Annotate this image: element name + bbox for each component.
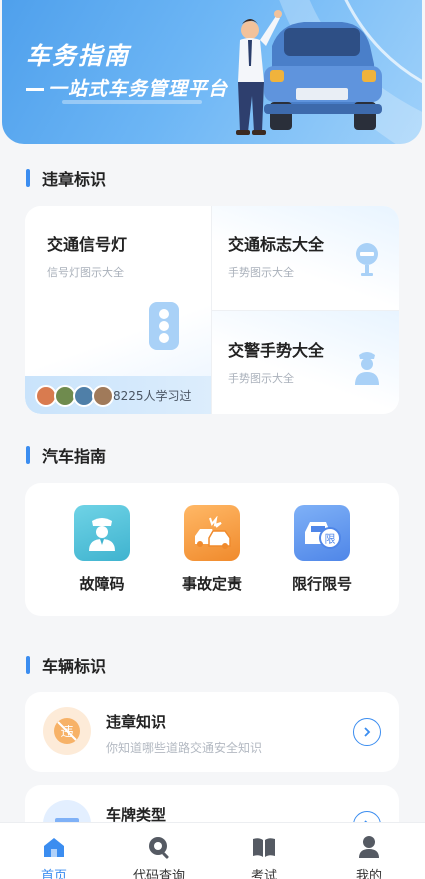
section-title-vehicle-signs: 车辆标识 — [26, 653, 106, 677]
tab-label: 考试 — [250, 869, 277, 879]
section-title-car-guide: 汽车指南 — [26, 443, 106, 467]
tab-label: 代码查询 — [132, 869, 185, 879]
sign-card-group: 交通信号灯 信号灯图示大全 8225人学习过 交通标志大全 手势图示大全 交警手… — [25, 206, 399, 414]
crash-icon — [184, 505, 240, 561]
tab-exam[interactable]: 考试 — [224, 835, 304, 879]
car-guide-card: 故障码 事故定责 限 限行限号 — [25, 483, 399, 616]
traffic-signs-title: 交通标志大全 — [228, 235, 325, 254]
book-icon — [253, 838, 275, 857]
chevron-right-icon[interactable] — [353, 718, 381, 746]
police-gestures-subtitle: 手势图示大全 — [228, 372, 294, 385]
restricted-car-icon: 限 — [294, 505, 350, 561]
search-icon — [149, 837, 169, 859]
tab-label: 首页 — [40, 869, 67, 879]
traffic-police-icon — [355, 352, 379, 385]
traffic-signs-subtitle: 手势图示大全 — [228, 266, 294, 279]
section-title-violation-signs: 违章标识 — [26, 166, 106, 190]
tab-home[interactable]: 首页 — [14, 835, 94, 879]
banner-subtitle: 一站式车务管理平台 — [26, 74, 228, 101]
no-entry-sign-icon — [356, 243, 378, 276]
traffic-light-title: 交通信号灯 — [47, 235, 128, 254]
car-person-illustration — [236, 10, 382, 135]
section-marker — [26, 169, 30, 187]
home-icon — [44, 838, 64, 857]
guide-item-restriction[interactable]: 限 限行限号 — [267, 505, 377, 594]
police-gestures-title: 交警手势大全 — [228, 341, 325, 360]
header-banner: 车务指南 一站式车务管理平台 — [2, 0, 422, 144]
list-item-violation-knowledge[interactable]: 违 违章知识 你知道哪些道路交通安全知识 — [25, 692, 399, 772]
police-icon — [74, 505, 130, 561]
traffic-light-icon — [149, 302, 179, 350]
bottom-tab-bar: 首页 代码查询 考试 我的 — [0, 822, 425, 879]
guide-label: 故障码 — [79, 575, 125, 593]
learners-count: 8225人学习过 — [113, 389, 192, 403]
traffic-light-card[interactable]: 交通信号灯 信号灯图示大全 8225人学习过 — [25, 206, 211, 414]
no-violation-icon: 违 — [43, 707, 91, 755]
police-gestures-card[interactable]: 交警手势大全 手势图示大全 — [212, 311, 399, 414]
list-item-subtitle: 你知道哪些道路交通安全知识 — [106, 741, 263, 755]
section-marker — [26, 656, 30, 674]
guide-item-fault-code[interactable]: 故障码 — [47, 505, 157, 594]
list-item-title: 违章知识 — [106, 713, 167, 731]
banner-title: 车务指南 — [26, 42, 130, 70]
avatar — [92, 385, 114, 407]
traffic-light-subtitle: 信号灯图示大全 — [47, 266, 124, 279]
guide-item-accident[interactable]: 事故定责 — [157, 505, 267, 594]
svg-text:限: 限 — [325, 533, 336, 546]
guide-label: 事故定责 — [181, 575, 242, 593]
tab-label: 我的 — [355, 869, 382, 879]
tab-mine[interactable]: 我的 — [329, 835, 409, 879]
traffic-signs-card[interactable]: 交通标志大全 手势图示大全 — [212, 206, 399, 310]
section-marker — [26, 446, 30, 464]
guide-label: 限行限号 — [291, 575, 352, 593]
user-icon — [359, 836, 379, 858]
banner-underline — [62, 100, 202, 104]
tab-code-search[interactable]: 代码查询 — [119, 835, 199, 879]
learners-badge: 8225人学习过 — [25, 376, 211, 414]
